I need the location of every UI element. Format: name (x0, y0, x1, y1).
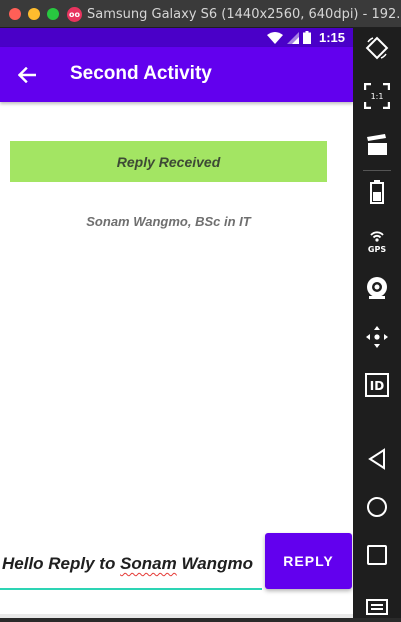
window-title: Samsung Galaxy S6 (1440x2560, 640dpi) - … (87, 7, 401, 22)
menu-button[interactable] (361, 590, 393, 622)
wifi-icon (266, 31, 283, 44)
bottom-edge (0, 614, 353, 618)
arrow-back-icon (18, 67, 36, 83)
emulator-app-icon: oo (67, 7, 82, 22)
window-title-bar: oo Samsung Galaxy S6 (1440x2560, 640dpi)… (0, 0, 401, 28)
fingerprint-id-icon: ID (365, 373, 389, 397)
reply-input-value-prefix: Hello Reply to (2, 554, 121, 573)
reply-message-text: Sonam Wangmo, BSc in IT (86, 214, 251, 229)
camera-button[interactable] (361, 272, 393, 304)
zoom-window-button[interactable] (47, 8, 59, 20)
home-nav-button[interactable] (361, 491, 393, 523)
reply-button-label: REPLY (283, 553, 334, 569)
gps-button[interactable]: GPS (361, 225, 393, 257)
reply-input-value[interactable]: Hello Reply to Sonam Wangmo (2, 554, 253, 574)
device-screen: 1:15 Second Activity Reply Received Sona… (0, 28, 353, 618)
toolbar-separator (363, 170, 391, 171)
screen-record-icon (367, 134, 387, 155)
id-label: ID (370, 379, 384, 393)
back-nav-button[interactable] (361, 443, 393, 475)
home-nav-icon (367, 497, 387, 517)
fingerprint-id-button[interactable]: ID (361, 369, 393, 401)
gps-icon: GPS (368, 231, 386, 254)
rotate-icon (365, 36, 389, 60)
close-window-button[interactable] (9, 8, 21, 20)
overview-nav-button[interactable] (361, 539, 393, 571)
camera-icon (367, 277, 387, 299)
page-title: Second Activity (70, 63, 212, 84)
app-bar: Second Activity (0, 47, 353, 102)
misspelled-word: Sonam (120, 554, 177, 573)
cell-signal-icon (286, 31, 299, 44)
status-bar: 1:15 (0, 28, 353, 47)
battery-icon (302, 31, 311, 44)
battery-icon (370, 180, 384, 204)
minimize-window-button[interactable] (28, 8, 40, 20)
screen-record-button[interactable] (361, 129, 393, 161)
reply-received-header: Reply Received (10, 141, 327, 182)
dpad-button[interactable] (361, 321, 393, 353)
reply-received-label: Reply Received (116, 153, 221, 170)
input-underline (0, 588, 262, 590)
reply-input[interactable]: Hello Reply to Sonam Wangmo (0, 534, 262, 590)
overview-nav-icon (367, 545, 387, 565)
back-nav-icon (368, 448, 385, 470)
reply-input-value-suffix: Wangmo (176, 554, 253, 573)
dpad-icon (366, 326, 388, 348)
gps-label: GPS (368, 245, 386, 254)
back-button[interactable] (12, 60, 42, 90)
status-time: 1:15 (318, 30, 345, 45)
emulator-toolbar: 1:1 GPS ID (353, 28, 401, 618)
rotate-button[interactable] (361, 32, 393, 64)
resize-icon: 1:1 (364, 83, 390, 109)
battery-button[interactable] (361, 176, 393, 208)
menu-icon (366, 599, 388, 615)
resize-label: 1:1 (371, 92, 384, 101)
resize-button[interactable]: 1:1 (361, 80, 393, 112)
reply-button[interactable]: REPLY (265, 533, 352, 589)
